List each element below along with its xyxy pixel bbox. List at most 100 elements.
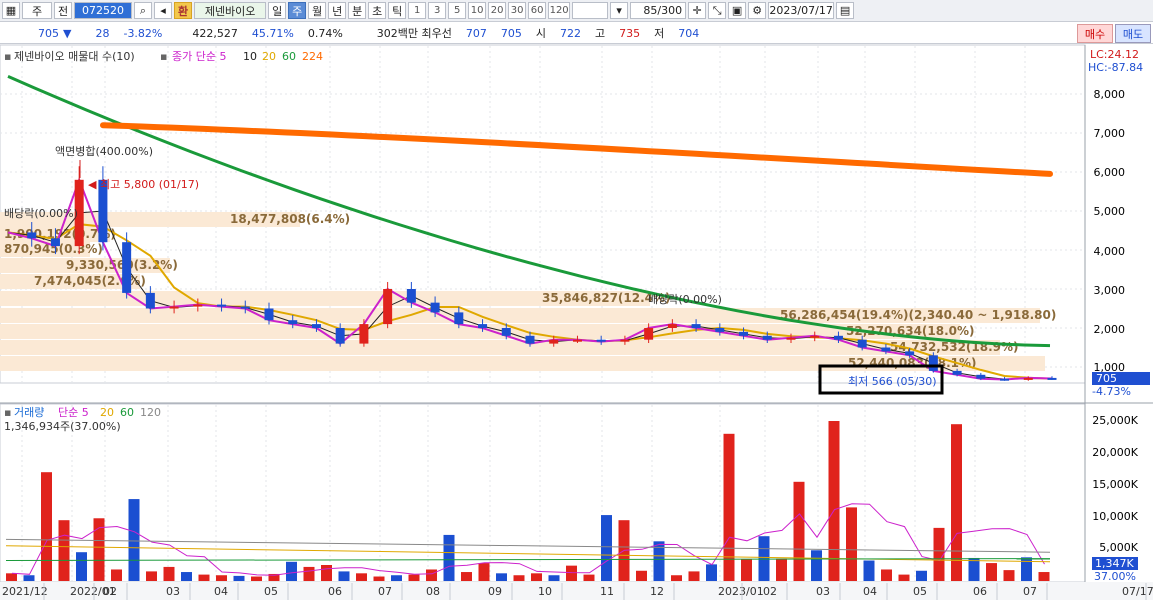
- volume-bar: [198, 574, 210, 581]
- volume-bar: [776, 558, 787, 581]
- period-minute[interactable]: 분: [348, 2, 367, 19]
- stock-name: 제넨바이오: [194, 2, 267, 19]
- sell-button[interactable]: 매도: [1115, 24, 1151, 43]
- x-axis-label: 2023/01: [718, 585, 764, 598]
- x-axis-label: 02: [763, 585, 777, 598]
- volume-ma120: 120: [140, 406, 161, 419]
- candle-body: [50, 238, 60, 247]
- candle-body: [264, 308, 274, 321]
- ma10-legend: 10: [243, 50, 257, 63]
- x-axis-label: 06: [973, 585, 987, 598]
- current-price-tag-text: 705: [1096, 372, 1117, 385]
- period-month[interactable]: 월: [308, 2, 327, 19]
- volume-bar: [828, 421, 840, 581]
- volume-bar: [76, 552, 87, 581]
- hwan-badge[interactable]: 환: [174, 2, 193, 19]
- volume-ratio: 45.71%: [251, 26, 294, 40]
- turnover-ratio: 0.74%: [307, 26, 343, 40]
- price-axis: 8,000 7,000 6,000 5,000 4,000 3,000 2,00…: [1094, 88, 1126, 374]
- interval-1[interactable]: 1: [408, 2, 427, 19]
- candle-body: [335, 328, 345, 344]
- interval-3[interactable]: 3: [428, 2, 447, 19]
- count-field[interactable]: 85/300: [630, 2, 687, 19]
- candle-body: [715, 328, 725, 332]
- low-label: 저: [654, 27, 665, 40]
- grid-icon[interactable]: ▦: [2, 2, 20, 19]
- dividend-annotation-2: 배당락(0.00%): [648, 293, 722, 306]
- candle-body: [786, 337, 796, 340]
- volume-bar: [146, 571, 157, 581]
- stock-code-input[interactable]: 072520: [74, 2, 132, 19]
- volume-ma20: 20: [100, 406, 114, 419]
- candle-body: [952, 370, 962, 375]
- interval-120[interactable]: 120: [548, 2, 571, 19]
- interval-custom-input[interactable]: [572, 2, 609, 19]
- x-axis-label: 05: [264, 585, 278, 598]
- interval-10[interactable]: 10: [468, 2, 487, 19]
- volume-bar: [478, 563, 490, 581]
- price-tick: 8,000: [1094, 88, 1126, 101]
- profile-label: 18,477,808(6.4%): [230, 212, 350, 226]
- period-second[interactable]: 초: [368, 2, 387, 19]
- volume-bar: [6, 573, 17, 581]
- x-axis-label: 05: [913, 585, 927, 598]
- chart-tool-icon[interactable]: ⤡: [708, 2, 727, 19]
- candle-body: [857, 339, 867, 348]
- x-axis-label: 02: [103, 585, 117, 598]
- crosshair-icon[interactable]: ✛: [688, 2, 707, 19]
- interval-20[interactable]: 20: [488, 2, 507, 19]
- expand-icon[interactable]: ▪: [4, 50, 11, 63]
- candle-body: [905, 351, 915, 356]
- period-day[interactable]: 일: [268, 2, 287, 19]
- volume-axis: 25,000K 20,000K 15,000K 10,000K 5,000K: [1092, 414, 1138, 554]
- gear-icon[interactable]: ⚙: [748, 2, 767, 19]
- high-annotation: 최고 5,800 (01/17): [100, 178, 199, 191]
- volume-tick: 20,000K: [1092, 446, 1138, 459]
- ma20-legend: 20: [262, 50, 276, 63]
- candle-body: [667, 324, 677, 328]
- interval-60[interactable]: 60: [528, 2, 547, 19]
- volume-bar: [548, 575, 560, 581]
- trade-volume: 422,527: [192, 26, 238, 40]
- period-tick[interactable]: 틱: [388, 2, 407, 19]
- candle-body: [501, 328, 511, 336]
- buy-button[interactable]: 매수: [1077, 24, 1113, 43]
- volume-bar: [951, 424, 962, 581]
- candle-body: [572, 339, 582, 342]
- high-price: 735: [619, 26, 641, 40]
- calendar-icon[interactable]: ▤: [836, 2, 855, 19]
- stock-chart[interactable]: 18,477,808(6.4%)1,900,192(0.7%)870,945(0…: [0, 44, 1153, 600]
- volume-bar: [968, 557, 980, 581]
- x-axis-label: 07: [378, 585, 392, 598]
- volume-bar: [1003, 570, 1015, 581]
- period-year[interactable]: 년: [328, 2, 347, 19]
- date-field[interactable]: 2023/07/17: [768, 2, 835, 19]
- jeon-button[interactable]: 전: [54, 2, 72, 19]
- volume-bar: [181, 572, 192, 581]
- low-annotation: 최저 566 (05/30): [848, 375, 937, 388]
- volume-bar: [1038, 572, 1050, 581]
- x-axis-label: 07: [1023, 585, 1037, 598]
- candle-body: [122, 242, 132, 293]
- period-menu[interactable]: 주: [22, 2, 52, 19]
- price-tick: 5,000: [1094, 205, 1126, 218]
- candle-body: [525, 335, 535, 344]
- volume-bar: [846, 507, 857, 581]
- interval-5[interactable]: 5: [448, 2, 467, 19]
- volume-tag-text: 1,347K: [1095, 557, 1134, 570]
- volume-note: 1,346,934주(37.00%): [4, 420, 121, 433]
- candle-body: [454, 312, 464, 325]
- low-price: 704: [678, 26, 700, 40]
- volume-tick: 15,000K: [1092, 478, 1138, 491]
- volume-bar: [286, 561, 297, 581]
- search-icon[interactable]: ⌕: [134, 2, 152, 19]
- candle-body: [976, 374, 986, 379]
- volume-bar: [916, 570, 927, 581]
- period-week[interactable]: 주: [288, 2, 307, 19]
- save-icon[interactable]: ▣: [728, 2, 747, 19]
- volume-tick: 10,000K: [1092, 510, 1138, 523]
- sound-icon[interactable]: ◂: [154, 2, 172, 19]
- interval-30[interactable]: 30: [508, 2, 527, 19]
- high-annotation-arrow: ◀: [88, 178, 97, 191]
- chevron-down-icon[interactable]: ▾: [610, 2, 629, 19]
